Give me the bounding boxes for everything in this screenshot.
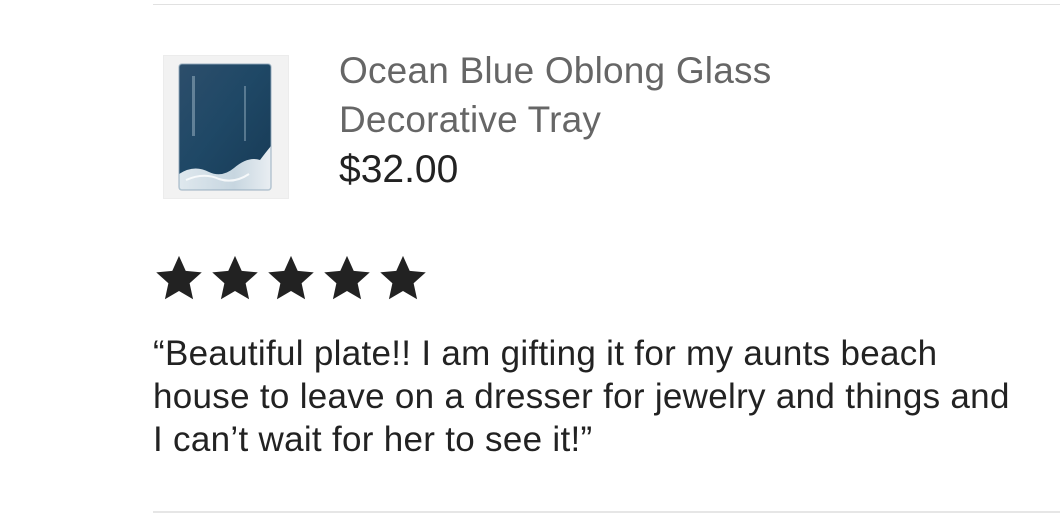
star-icon xyxy=(380,255,426,300)
review-text: “Beautiful plate!! I am gifting it for m… xyxy=(153,334,1010,459)
top-divider xyxy=(153,4,1060,5)
product-thumbnail[interactable] xyxy=(163,55,289,199)
star-icon xyxy=(212,255,258,300)
star-icon xyxy=(268,255,314,300)
star-icon xyxy=(156,255,202,300)
listing-price: $32.00 xyxy=(339,148,459,191)
star-icon xyxy=(324,255,370,300)
star-rating xyxy=(153,252,429,304)
bottom-divider xyxy=(153,511,1060,513)
glass-tray-image xyxy=(178,63,272,191)
listing-title-link[interactable]: Ocean Blue Oblong Glass Decorative Tray xyxy=(339,46,899,144)
